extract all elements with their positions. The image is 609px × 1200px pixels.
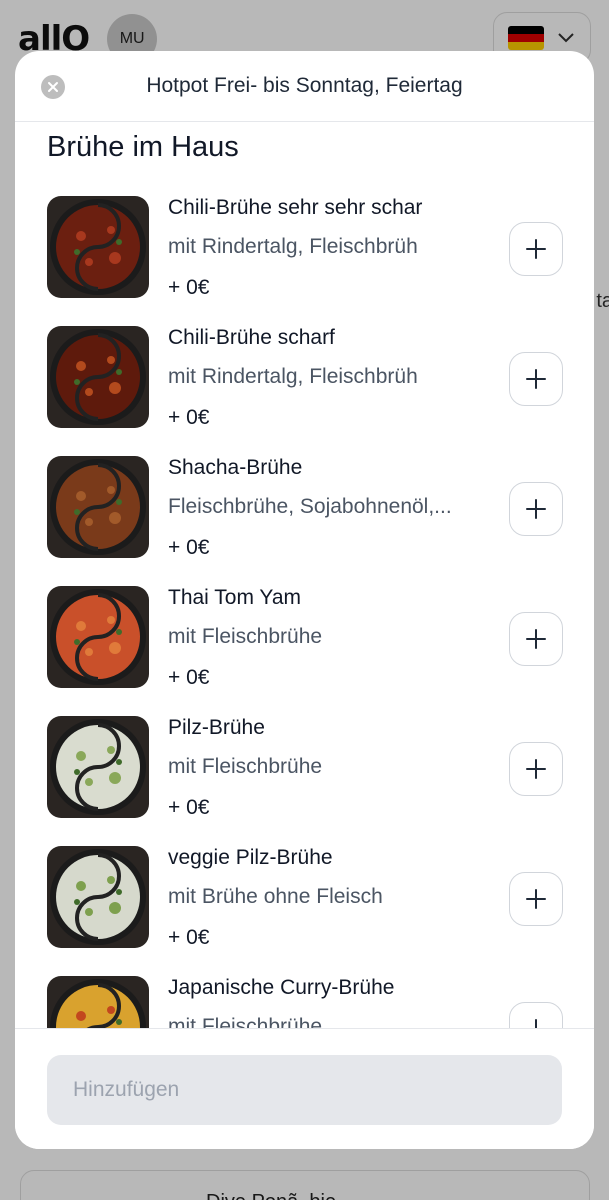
modal-header: Hotpot Frei- bis Sonntag, Feiertag bbox=[15, 51, 594, 122]
broth-name: veggie Pilz-Brühe bbox=[168, 846, 333, 869]
broth-item[interactable]: Chili-Brühe scharf mit Rindertalg, Fleisc… bbox=[47, 326, 563, 436]
broth-image bbox=[47, 456, 149, 558]
plus-icon bbox=[526, 239, 546, 259]
broth-description: mit Fleischbrühe bbox=[168, 1015, 323, 1028]
modal-footer: Hinzufügen bbox=[15, 1028, 594, 1149]
add-item-button[interactable] bbox=[509, 872, 563, 926]
add-item-button[interactable] bbox=[509, 742, 563, 796]
broth-item[interactable]: Pilz-Brühe mit Fleischbrühe + 0€ bbox=[47, 716, 563, 826]
plus-icon bbox=[527, 1019, 545, 1028]
broth-price: + 0€ bbox=[168, 926, 210, 949]
broth-image bbox=[47, 196, 149, 298]
broth-price: + 0€ bbox=[168, 666, 210, 689]
plus-icon bbox=[526, 889, 546, 909]
broth-description: mit Rindertalg, Fleischbrüh bbox=[168, 235, 418, 258]
broth-description: mit Fleischbrühe bbox=[168, 625, 323, 648]
broth-name: Thai Tom Yam bbox=[168, 586, 302, 609]
close-icon bbox=[48, 82, 58, 92]
broth-price: + 0€ bbox=[168, 536, 210, 559]
broth-name: Shacha-Brühe bbox=[168, 456, 303, 479]
modal-title: Hotpot Frei- bis Sonntag, Feiertag bbox=[146, 74, 463, 97]
add-item-button[interactable] bbox=[509, 1002, 563, 1028]
broth-price: + 0€ bbox=[168, 406, 210, 429]
broth-name: Chili-Brühe scharf bbox=[168, 326, 335, 349]
add-item-button[interactable] bbox=[509, 352, 563, 406]
plus-icon bbox=[526, 369, 546, 389]
plus-icon bbox=[526, 499, 546, 519]
item-list[interactable]: Brühe im Haus Chili-Brühe sehr sehr scha… bbox=[15, 123, 594, 1028]
broth-image bbox=[47, 846, 149, 948]
broth-image bbox=[47, 716, 149, 818]
broth-item[interactable]: Shacha-Brühe Fleischbrühe, Sojabohnenöl,.… bbox=[47, 456, 563, 566]
broth-item[interactable]: Chili-Brühe sehr sehr schar mit Rindertal… bbox=[47, 196, 563, 306]
add-item-button[interactable] bbox=[509, 222, 563, 276]
broth-name: Japanische Curry-Brühe bbox=[168, 976, 395, 999]
broth-item[interactable]: Thai Tom Yam mit Fleischbrühe + 0€ bbox=[47, 586, 563, 696]
broth-description: mit Rindertalg, Fleischbrüh bbox=[168, 365, 418, 388]
add-item-button[interactable] bbox=[509, 612, 563, 666]
broth-price: + 0€ bbox=[168, 276, 210, 299]
broth-image bbox=[47, 976, 149, 1028]
plus-icon bbox=[526, 629, 546, 649]
add-to-order-button[interactable]: Hinzufügen bbox=[47, 1055, 562, 1125]
broth-item[interactable]: Japanische Curry-Brühemit Fleischbrühe+ … bbox=[47, 976, 563, 1028]
broth-image bbox=[47, 586, 149, 688]
broth-image bbox=[47, 326, 149, 428]
section-title: Brühe im Haus bbox=[47, 131, 239, 163]
broth-price: + 0€ bbox=[168, 796, 210, 819]
broth-name: Pilz-Brühe bbox=[168, 716, 265, 739]
broth-description: mit Fleischbrühe bbox=[168, 755, 323, 778]
broth-item[interactable]: veggie Pilz-Brühe mit Brühe ohne Fleisch +… bbox=[47, 846, 563, 956]
plus-icon bbox=[526, 759, 546, 779]
add-item-button[interactable] bbox=[509, 482, 563, 536]
close-button[interactable] bbox=[41, 75, 65, 99]
broth-description: mit Brühe ohne Fleisch bbox=[168, 885, 383, 908]
broth-selection-modal: Hotpot Frei- bis Sonntag, Feiertag Brühe… bbox=[15, 51, 594, 1149]
broth-name: Chili-Brühe sehr sehr schar bbox=[168, 196, 423, 219]
broth-description: Fleischbrühe, Sojabohnenöl,... bbox=[168, 495, 452, 518]
